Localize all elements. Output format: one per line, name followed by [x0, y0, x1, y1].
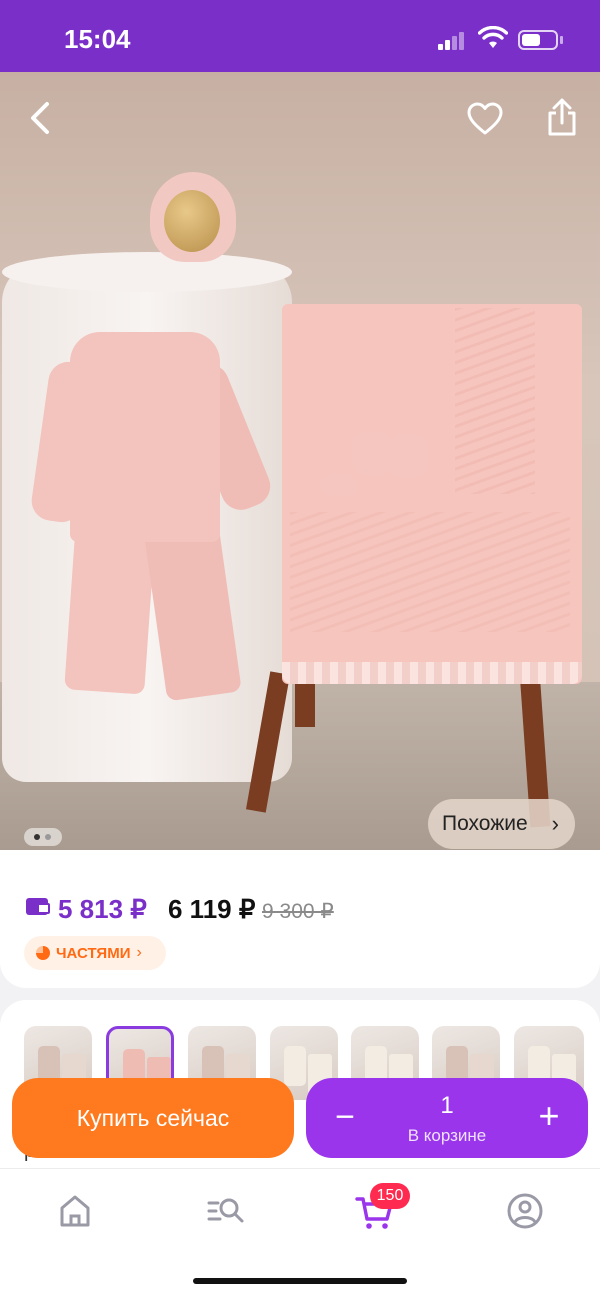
cellular-signal-icon — [438, 30, 468, 50]
price-card: 5 813 ₽ 6 119 ₽ 9 300 ₽ ЧАСТЯМИ › — [0, 850, 600, 988]
share-icon — [548, 98, 576, 136]
product-photo-romper — [29, 322, 277, 717]
similar-button[interactable]: Похожие › — [428, 799, 575, 849]
gallery-pager — [24, 828, 62, 846]
installments-button[interactable]: ЧАСТЯМИ › — [24, 936, 166, 970]
wallet-price: 5 813 ₽ — [58, 894, 147, 924]
chevron-right-icon: › — [551, 811, 559, 836]
current-price: 6 119 ₽ — [168, 894, 256, 924]
cart-quantity-stepper: − 1 В корзине + — [306, 1078, 588, 1158]
back-button[interactable] — [18, 96, 62, 140]
old-price: 9 300 ₽ — [262, 900, 334, 923]
nav-home[interactable] — [53, 1189, 97, 1233]
catalog-search-icon — [207, 1198, 244, 1223]
nav-catalog[interactable] — [204, 1189, 248, 1233]
wifi-icon — [478, 26, 508, 48]
status-bar: 15:04 — [0, 0, 600, 72]
product-image-gallery[interactable]: Похожие › — [0, 72, 600, 850]
profile-icon — [507, 1193, 543, 1229]
home-icon — [60, 1195, 90, 1227]
back-icon — [31, 102, 49, 134]
buy-now-button[interactable]: Купить сейчас — [12, 1078, 294, 1158]
wallet-icon — [26, 898, 50, 915]
heart-icon — [467, 102, 503, 135]
installments-label: ЧАСТЯМИ — [56, 944, 131, 962]
nav-profile[interactable] — [503, 1189, 547, 1233]
similar-label: Похожие — [442, 812, 528, 835]
cart-count-badge: 150 — [370, 1183, 410, 1209]
home-indicator — [193, 1278, 407, 1284]
favorite-button[interactable] — [462, 96, 508, 142]
battery-icon — [518, 30, 558, 50]
product-photo-bootie — [352, 432, 392, 476]
chevron-right-icon: › — [136, 944, 142, 961]
share-button[interactable] — [540, 94, 584, 140]
increase-quantity-button[interactable]: + — [532, 1096, 566, 1136]
status-time: 15:04 — [64, 24, 131, 54]
pie-chart-icon — [36, 946, 50, 960]
